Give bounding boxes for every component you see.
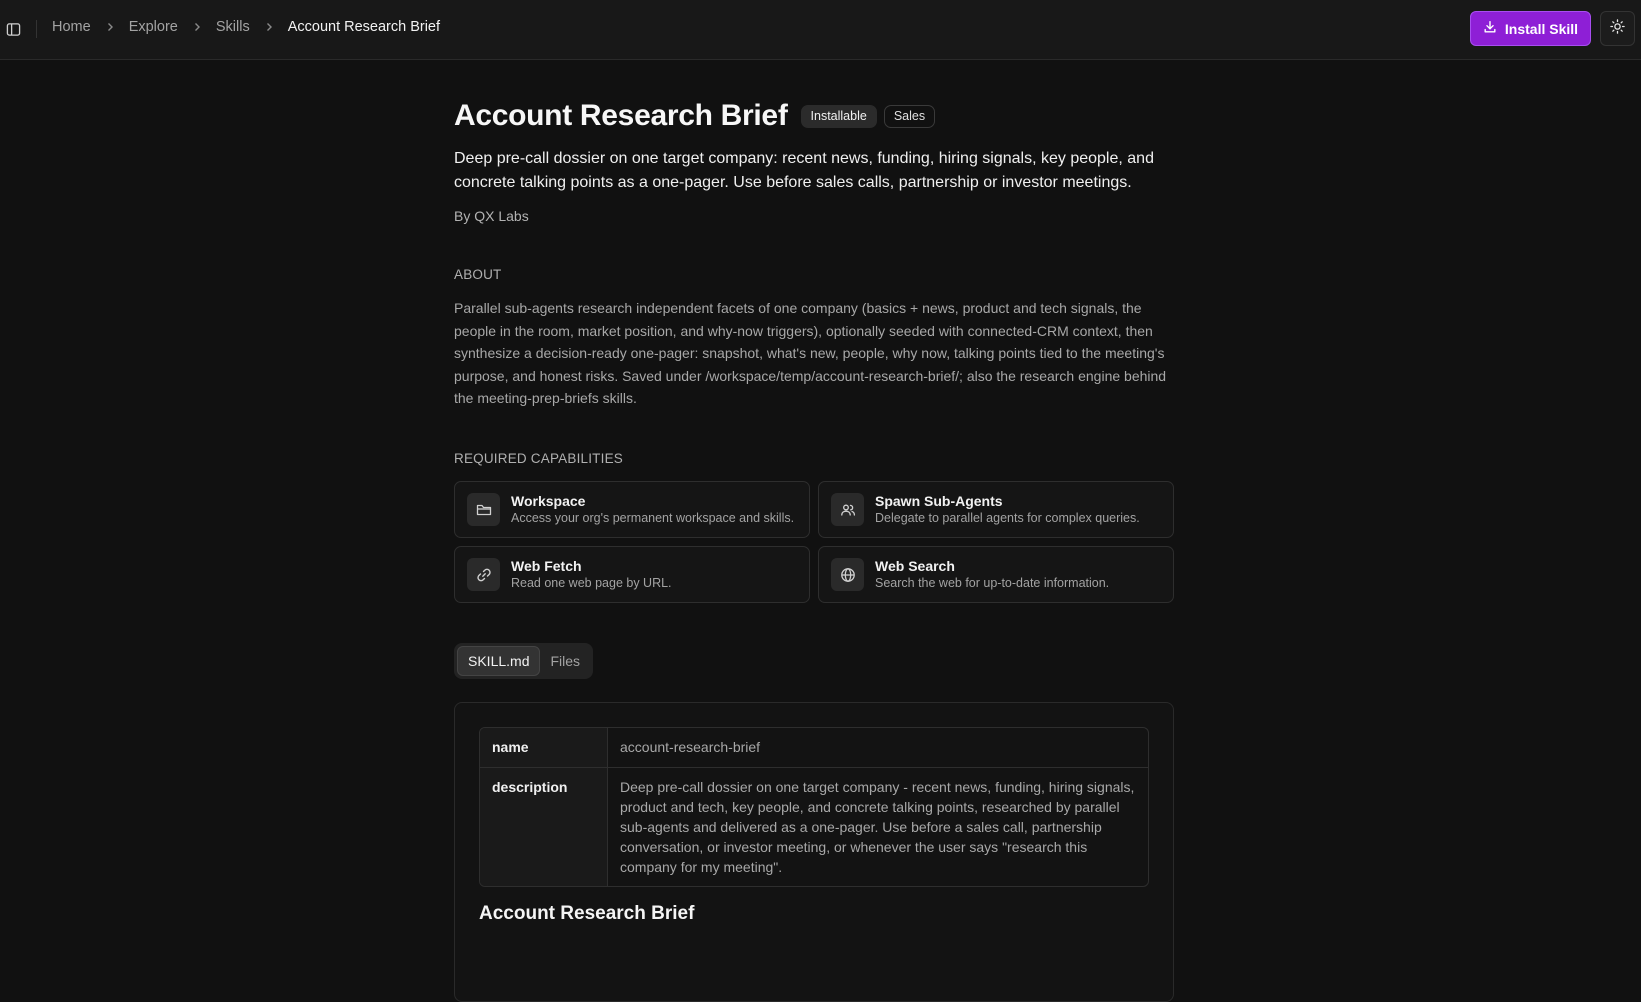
folder-icon	[467, 493, 500, 526]
divider	[36, 20, 37, 38]
frontmatter-key: name	[480, 728, 608, 767]
chevron-right-icon	[105, 22, 115, 32]
theme-toggle-button[interactable]	[1600, 11, 1635, 46]
capability-title: Spawn Sub-Agents	[875, 492, 1003, 509]
download-icon	[1483, 20, 1497, 37]
breadcrumb-explore[interactable]: Explore	[129, 19, 178, 35]
link-icon	[467, 558, 500, 591]
tab-files[interactable]: Files	[540, 646, 590, 676]
top-bar: Home Explore Skills Account Research Bri…	[0, 0, 1641, 60]
skill-summary: Deep pre-call dossier on one target comp…	[454, 150, 1154, 191]
frontmatter-value: Deep pre-call dossier on one target comp…	[620, 779, 1135, 875]
page-title: Account Research Brief	[454, 99, 788, 132]
capability-desc: Access your org's permanent workspace an…	[511, 510, 795, 525]
users-icon	[831, 493, 864, 526]
breadcrumb-current: Account Research Brief	[287, 19, 441, 35]
doc-heading: Account Research Brief	[479, 903, 695, 924]
category-badge: Sales	[883, 104, 936, 128]
table-row: name account-research-brief	[480, 728, 1148, 768]
sun-icon	[1610, 18, 1625, 39]
chevron-right-icon	[264, 22, 274, 32]
tab-skill-md[interactable]: SKILL.md	[457, 646, 541, 676]
capability-web-search: Web Search Search the web for up-to-date…	[818, 546, 1174, 603]
breadcrumb-home[interactable]: Home	[52, 19, 91, 35]
capability-title: Web Fetch	[511, 557, 582, 574]
title-row: Account Research Brief Installable Sales	[454, 99, 936, 133]
capability-title: Web Search	[875, 557, 955, 574]
breadcrumb: Home Explore Skills Account Research Bri…	[52, 19, 440, 35]
capabilities-heading: REQUIRED CAPABILITIES	[454, 451, 623, 466]
install-skill-button[interactable]: Install Skill	[1470, 11, 1591, 46]
about-heading: ABOUT	[454, 267, 502, 282]
doc-tabs: SKILL.md Files	[454, 643, 594, 679]
author: By QX Labs	[454, 208, 529, 224]
capability-desc: Read one web page by URL.	[511, 575, 672, 590]
capability-title: Workspace	[511, 492, 586, 509]
breadcrumb-skills[interactable]: Skills	[216, 19, 250, 35]
capability-desc: Search the web for up-to-date informatio…	[875, 575, 1110, 590]
capability-desc: Delegate to parallel agents for complex …	[875, 510, 1140, 525]
table-row: description Deep pre-call dossier on one…	[480, 768, 1148, 886]
capabilities-grid: Workspace Access your org's permanent wo…	[454, 481, 1174, 603]
install-skill-label: Install Skill	[1504, 20, 1579, 37]
capability-spawn-sub-agents: Spawn Sub-Agents Delegate to parallel ag…	[818, 481, 1174, 538]
globe-icon	[831, 558, 864, 591]
about-text: Parallel sub-agents research independent…	[454, 300, 1167, 406]
sidebar-toggle-icon[interactable]	[5, 18, 22, 40]
chevron-right-icon	[192, 22, 202, 32]
capability-workspace: Workspace Access your org's permanent wo…	[454, 481, 810, 538]
skill-md-panel: name account-research-brief description …	[454, 702, 1174, 1002]
capability-web-fetch: Web Fetch Read one web page by URL.	[454, 546, 810, 603]
frontmatter-table: name account-research-brief description …	[479, 727, 1149, 887]
frontmatter-value: account-research-brief	[620, 739, 761, 755]
frontmatter-key: description	[480, 768, 608, 886]
installable-badge: Installable	[800, 104, 877, 128]
